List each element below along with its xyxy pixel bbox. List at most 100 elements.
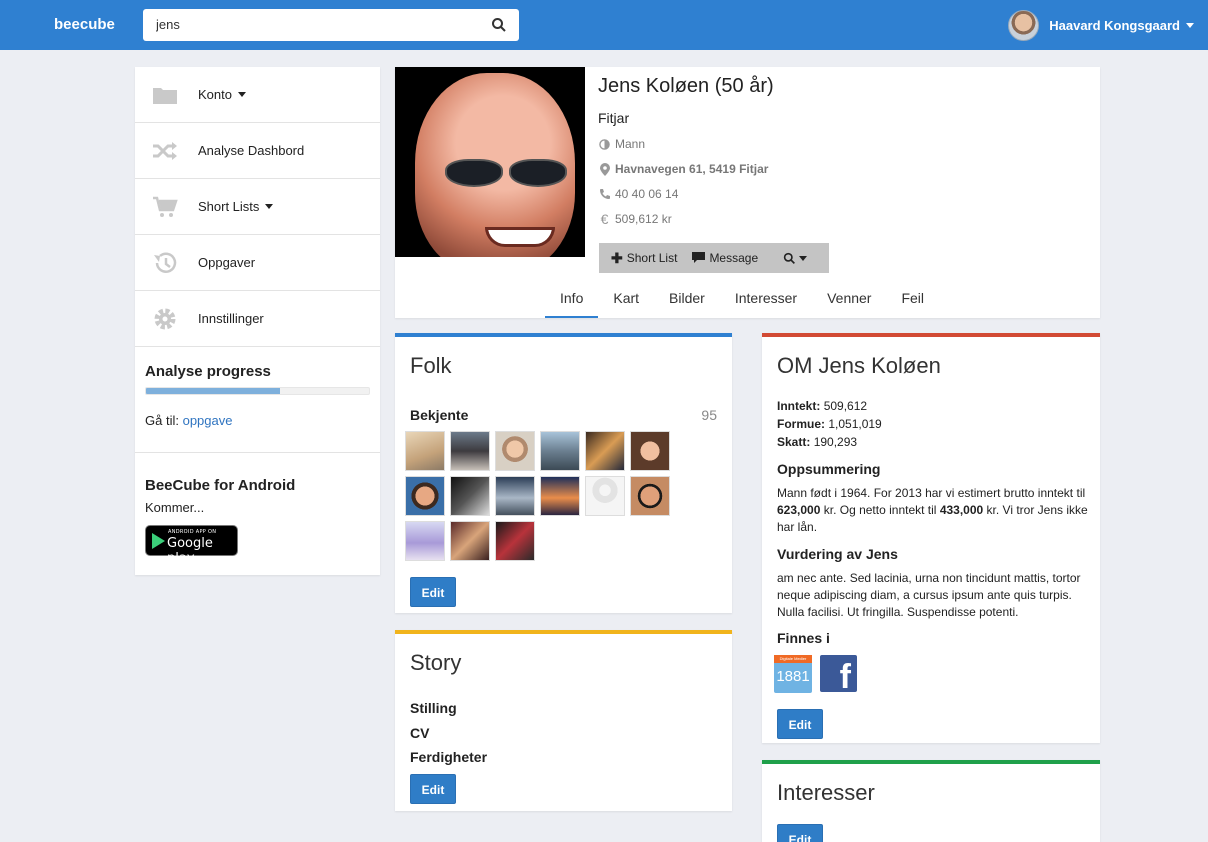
brand-logo[interactable]: beecube	[54, 16, 115, 33]
friend-avatar[interactable]	[585, 431, 625, 471]
om-title: OM Jens Koløen	[777, 353, 941, 378]
logo-1881[interactable]: Digitale Medier 1881	[774, 655, 812, 693]
friend-avatar[interactable]	[585, 476, 625, 516]
story-ferdigheter[interactable]: Ferdigheter	[410, 749, 487, 765]
friend-avatar[interactable]	[405, 476, 445, 516]
sidebar-item-konto[interactable]: Konto	[135, 67, 380, 123]
friend-avatar[interactable]	[495, 476, 535, 516]
profile-name: Jens Koløen (50 år)	[598, 75, 774, 97]
user-name[interactable]: Haavard Kongsgaard	[1049, 18, 1180, 33]
sidebar-item-analyse-dashbord[interactable]: Analyse Dashbord	[135, 123, 380, 179]
profile-actions: ✚ Short List Message	[599, 243, 829, 273]
folk-card: Folk Bekjente 95 Edit	[395, 333, 732, 613]
sidebar-item-label: Short Lists	[198, 199, 260, 214]
interesser-card: Interesser Edit	[762, 760, 1100, 842]
tab-kart[interactable]: Kart	[598, 287, 654, 318]
chevron-down-icon	[265, 204, 274, 209]
bekjente-count: 95	[701, 407, 717, 423]
sidebar-item-label: Konto	[198, 87, 232, 102]
oppsummering-title: Oppsummering	[777, 461, 881, 477]
formue-row: Formue: 1,051,019	[777, 417, 882, 431]
sidebar-item-label: Analyse Dashbord	[198, 143, 305, 158]
profile-address: Havnavegen 61, 5419 Fitjar	[598, 162, 768, 176]
sunglasses	[445, 159, 585, 187]
friend-avatar[interactable]	[495, 521, 535, 561]
vurdering-text: am nec ante. Sed lacinia, urna non tinci…	[777, 571, 1081, 619]
google-play-badge[interactable]: ANDROID APP ON Google play	[145, 525, 238, 566]
tab-info[interactable]: Info	[545, 287, 599, 318]
profile-tabs: Info Kart Bilder Interesser Venner Feil	[545, 287, 939, 318]
search-icon[interactable]	[491, 17, 507, 33]
friend-avatar[interactable]	[450, 521, 490, 561]
progress-title: Analyse progress	[145, 363, 271, 380]
search-box[interactable]	[143, 9, 519, 41]
interesser-edit-button[interactable]: Edit	[777, 824, 823, 842]
goto-prefix: Gå til:	[145, 413, 179, 428]
android-title: BeeCube for Android	[145, 477, 296, 494]
message-button[interactable]: Message	[692, 251, 758, 265]
euro-icon: €	[600, 211, 609, 227]
sidebar-item-short-lists[interactable]: Short Lists	[135, 179, 380, 235]
vurdering-title: Vurdering av Jens	[777, 546, 898, 562]
friend-avatar[interactable]	[405, 521, 445, 561]
play-icon	[152, 533, 165, 549]
tab-venner[interactable]: Venner	[812, 287, 886, 318]
badge-main-text: Google play	[167, 536, 213, 566]
friend-avatar[interactable]	[450, 431, 490, 471]
shortlist-button[interactable]: ✚ Short List	[611, 250, 677, 267]
sidebar: Konto Analyse Dashbord Short Lists Oppga…	[135, 67, 380, 575]
shuffle-icon	[152, 138, 178, 164]
friend-avatar[interactable]	[540, 476, 580, 516]
phone-icon	[598, 188, 611, 201]
profile-phone: 40 40 06 14	[598, 187, 678, 201]
friend-avatar[interactable]	[540, 431, 580, 471]
friend-avatar[interactable]	[495, 431, 535, 471]
friend-avatar[interactable]	[450, 476, 490, 516]
chevron-down-icon	[237, 92, 246, 97]
oppsummering-text: Mann født i 1964. For 2013 har vi estime…	[777, 486, 1088, 534]
sidebar-item-label: Oppgaver	[198, 255, 256, 270]
friend-avatar[interactable]	[630, 476, 670, 516]
user-menu[interactable]: Haavard Kongsgaard	[1008, 9, 1194, 41]
plus-icon: ✚	[611, 249, 623, 266]
search-input[interactable]	[156, 17, 476, 32]
progress-bar	[145, 387, 370, 395]
sidebar-item-innstillinger[interactable]: Innstillinger	[135, 291, 380, 347]
android-promo: BeeCube for Android Kommer... ANDROID AP…	[135, 453, 380, 566]
sidebar-item-oppgaver[interactable]: Oppgaver	[135, 235, 380, 291]
tab-interesser[interactable]: Interesser	[720, 287, 812, 318]
profile-photo[interactable]	[395, 67, 585, 257]
chevron-down-icon	[1186, 22, 1194, 28]
goto-link[interactable]: oppgave	[183, 413, 233, 428]
cart-icon	[152, 194, 178, 220]
profile-income: € 509,612 kr	[598, 211, 672, 227]
om-edit-button[interactable]: Edit	[777, 709, 823, 739]
om-card: OM Jens Koløen Inntekt: 509,612 Formue: …	[762, 333, 1100, 743]
avatar[interactable]	[1008, 9, 1040, 41]
progress-fill	[146, 388, 280, 394]
badge-top-text: ANDROID APP ON	[168, 529, 217, 535]
profile-card: Jens Koløen (50 år) Fitjar Mann Havnaveg…	[395, 67, 1100, 318]
story-edit-button[interactable]: Edit	[410, 774, 456, 804]
friend-avatar[interactable]	[405, 431, 445, 471]
interesser-title: Interesser	[777, 780, 875, 805]
sidebar-item-label: Innstillinger	[198, 311, 264, 326]
story-title: Story	[410, 650, 462, 675]
gear-icon	[152, 306, 178, 332]
folk-edit-button[interactable]: Edit	[410, 577, 456, 607]
half-circle-icon	[598, 138, 611, 151]
story-stilling[interactable]: Stilling	[410, 700, 457, 716]
facebook-icon[interactable]: f	[820, 655, 857, 692]
friend-avatar[interactable]	[630, 431, 670, 471]
story-cv[interactable]: CV	[410, 725, 429, 741]
goto-line: Gå til: oppgave	[145, 413, 370, 428]
map-marker-icon	[598, 162, 611, 176]
top-navbar: beecube Haavard Kongsgaard	[0, 0, 1208, 50]
tab-bilder[interactable]: Bilder	[654, 287, 720, 318]
search-icon	[783, 252, 796, 264]
analyse-progress: Analyse progress Gå til: oppgave	[135, 347, 380, 453]
search-dropdown-button[interactable]	[783, 252, 808, 265]
history-icon	[152, 250, 178, 276]
tab-feil[interactable]: Feil	[886, 287, 939, 318]
bekjente-heading: Bekjente	[410, 407, 469, 423]
